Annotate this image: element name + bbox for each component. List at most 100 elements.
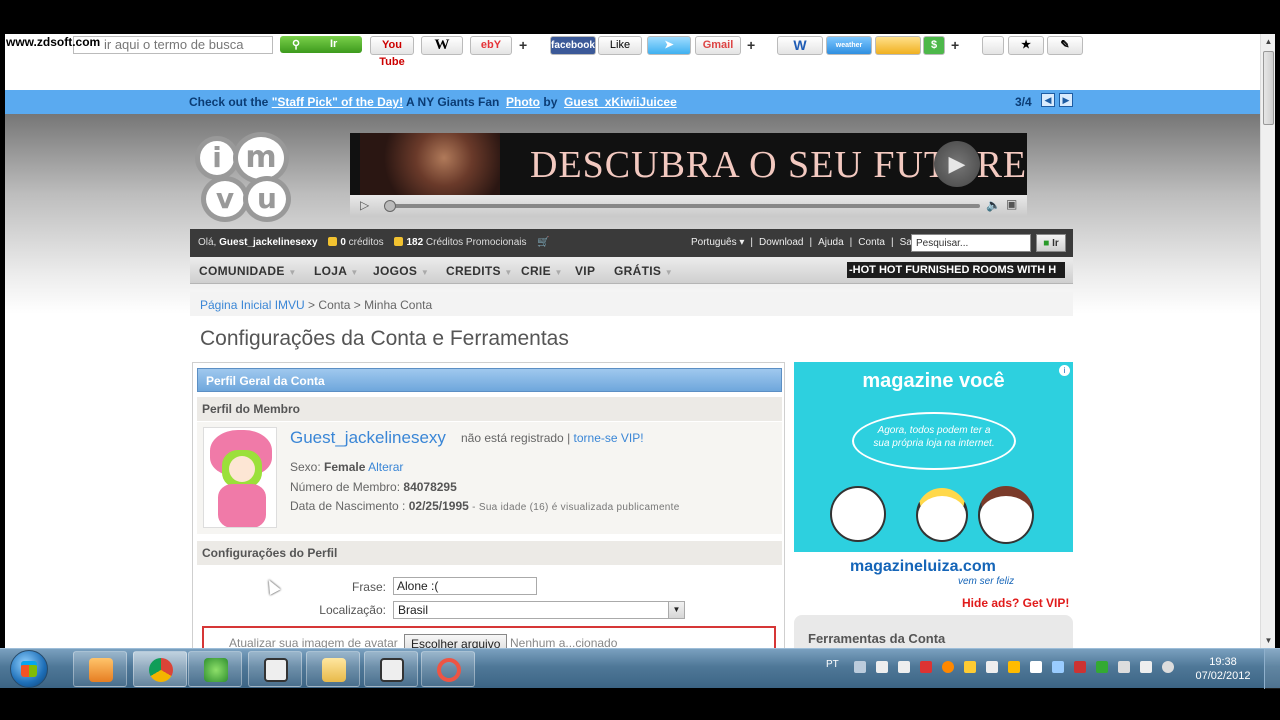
breadcrumb-separator: > xyxy=(350,298,365,312)
youtube-button[interactable]: You Tube xyxy=(370,36,414,68)
language-indicator[interactable]: PT xyxy=(826,659,839,670)
banner-ad[interactable]: DESCUBRA O SEU FUTURE ▶ ▷ 🔈 ▣ xyxy=(350,133,1027,217)
next-pick-button[interactable]: ▶ xyxy=(1059,93,1073,107)
tray-icon[interactable] xyxy=(898,661,910,673)
taskbar-recorder[interactable] xyxy=(421,651,475,687)
hide-ads-link[interactable]: Hide ads? Get VIP! xyxy=(962,596,1069,610)
scroll-up-icon[interactable]: ▲ xyxy=(1261,34,1276,49)
system-clock[interactable]: 19:38 07/02/2012 xyxy=(1190,655,1256,683)
profile-username[interactable]: Guest_jackelinesexy xyxy=(290,428,446,448)
add-icon[interactable]: + xyxy=(747,37,755,53)
phrase-input[interactable]: Alone :( xyxy=(393,577,537,595)
taskbar: PT 19:38 07/02/2012 xyxy=(0,648,1280,689)
tray-icon[interactable] xyxy=(1008,661,1020,673)
signal-icon[interactable] xyxy=(1140,661,1152,673)
money-button[interactable]: $ xyxy=(923,36,945,55)
username[interactable]: Guest_jackelinesexy xyxy=(219,237,317,248)
play-icon[interactable]: ▶ xyxy=(934,141,980,187)
volume-icon[interactable] xyxy=(1162,661,1174,673)
nav-gratis[interactable]: GRÁTIS ▼ xyxy=(614,264,673,278)
progress-track[interactable] xyxy=(388,204,980,208)
toolbar-go-button[interactable]: ⚲ Ir xyxy=(280,36,362,53)
imvu-logo[interactable]: i m v u xyxy=(193,132,293,226)
change-sex-link[interactable]: Alterar xyxy=(368,460,403,474)
author-link[interactable]: Guest_xKiwiiJuicee xyxy=(564,95,677,109)
fullscreen-icon[interactable]: ▣ xyxy=(1006,197,1017,211)
add-icon[interactable]: + xyxy=(519,37,527,53)
nav-crie[interactable]: CRIE ▼ xyxy=(521,264,563,278)
nav-credits[interactable]: CREDITS ▼ xyxy=(446,264,513,278)
download-link[interactable]: Download xyxy=(756,237,806,248)
add-icon[interactable]: + xyxy=(951,37,959,53)
side-ad[interactable]: magazine você Agora, todos podem ter a s… xyxy=(794,362,1073,594)
news-ticker[interactable]: -HOT HOT FURNISHED ROOMS WITH H xyxy=(847,262,1065,278)
tray-icon[interactable] xyxy=(876,661,888,673)
chevron-down-icon[interactable]: ▼ xyxy=(668,602,684,618)
help-link[interactable]: Ajuda xyxy=(815,237,847,248)
scroll-down-icon[interactable]: ▼ xyxy=(1261,633,1276,648)
clock-date: 07/02/2012 xyxy=(1195,670,1251,682)
tray-icon[interactable] xyxy=(942,661,954,673)
ad-info-icon[interactable]: i xyxy=(1059,365,1070,376)
breadcrumb-home[interactable]: Página Inicial IMVU xyxy=(200,298,305,312)
breadcrumb-account[interactable]: Conta xyxy=(318,298,350,312)
taskbar-messenger[interactable] xyxy=(188,651,242,687)
progress-knob[interactable] xyxy=(384,200,396,212)
weather-button[interactable]: weather xyxy=(826,36,872,55)
choose-file-button[interactable]: Escolher arquivo xyxy=(404,634,508,648)
nav-comunidade[interactable]: COMUNIDADE ▼ xyxy=(199,264,297,278)
tray-icon[interactable] xyxy=(854,661,866,673)
taskbar-chrome[interactable] xyxy=(133,651,187,687)
scroll-thumb[interactable] xyxy=(1263,51,1274,125)
tray-icon[interactable] xyxy=(1052,661,1064,673)
account-link[interactable]: Conta xyxy=(855,237,888,248)
tray-icon[interactable] xyxy=(1096,661,1108,673)
facebook-button[interactable]: facebook xyxy=(550,36,596,55)
volume-icon[interactable]: 🔈 xyxy=(986,198,1001,212)
staff-pick-link[interactable]: "Staff Pick" of the Day! xyxy=(272,95,403,109)
chevron-down-icon: ▼ xyxy=(504,268,513,277)
cart-icon[interactable]: 🛒 xyxy=(537,237,549,248)
word-button[interactable]: W xyxy=(777,36,823,55)
games-button[interactable] xyxy=(875,36,921,55)
flag-icon[interactable] xyxy=(1030,661,1042,673)
taskbar-media-player[interactable] xyxy=(73,651,127,687)
show-desktop-button[interactable] xyxy=(1264,649,1280,689)
language-select[interactable]: Português ▾ xyxy=(688,237,747,248)
twitter-button[interactable]: ➤ xyxy=(647,36,691,55)
wikipedia-button[interactable]: W xyxy=(421,36,463,55)
taskbar-imvu-1[interactable] xyxy=(248,651,302,687)
vertical-scrollbar[interactable]: ▲ ▼ xyxy=(1260,34,1275,648)
toolbar-search-input[interactable]: ir aqui o termo de busca xyxy=(73,36,273,54)
avatar[interactable] xyxy=(203,427,277,528)
start-button[interactable] xyxy=(10,650,48,688)
location-select[interactable]: Brasil ▼ xyxy=(393,601,685,619)
taskbar-explorer[interactable] xyxy=(306,651,360,687)
phrase-row: Frase: Alone :( xyxy=(197,576,782,598)
nav-loja[interactable]: LOJA ▼ xyxy=(314,264,359,278)
media-player-icon xyxy=(89,658,113,682)
prev-pick-button[interactable]: ◀ xyxy=(1041,93,1055,107)
play-small-icon[interactable]: ▷ xyxy=(360,198,369,212)
nav-vip[interactable]: VIP xyxy=(575,264,595,278)
network-icon[interactable] xyxy=(1118,661,1130,673)
tools-icon[interactable]: ✎ xyxy=(1047,36,1083,55)
gamepad-icon[interactable]: ★ xyxy=(1008,36,1044,55)
gmail-button[interactable]: Gmail xyxy=(695,36,741,55)
ad-footer: magazineluiza.com vem ser feliz xyxy=(794,552,1073,594)
tray-icon[interactable] xyxy=(920,661,932,673)
nav-jogos[interactable]: JOGOS ▼ xyxy=(373,264,429,278)
chevron-down-icon: ▼ xyxy=(288,268,297,277)
site-search-button[interactable]: ■ Ir xyxy=(1036,234,1066,252)
like-button[interactable]: Like xyxy=(598,36,642,55)
ebay-button[interactable]: ebY xyxy=(470,36,512,55)
apps-button[interactable] xyxy=(982,36,1004,55)
become-vip-link[interactable]: torne-se VIP! xyxy=(574,431,644,445)
tray-icon[interactable] xyxy=(1074,661,1086,673)
taskbar-imvu-2[interactable] xyxy=(364,651,418,687)
tray-icon[interactable] xyxy=(986,661,998,673)
profile-settings-header: Configurações do Perfil xyxy=(197,541,782,565)
photo-link[interactable]: Photo xyxy=(506,95,540,109)
tray-icon[interactable] xyxy=(964,661,976,673)
site-search-input[interactable]: Pesquisar... xyxy=(911,234,1031,252)
